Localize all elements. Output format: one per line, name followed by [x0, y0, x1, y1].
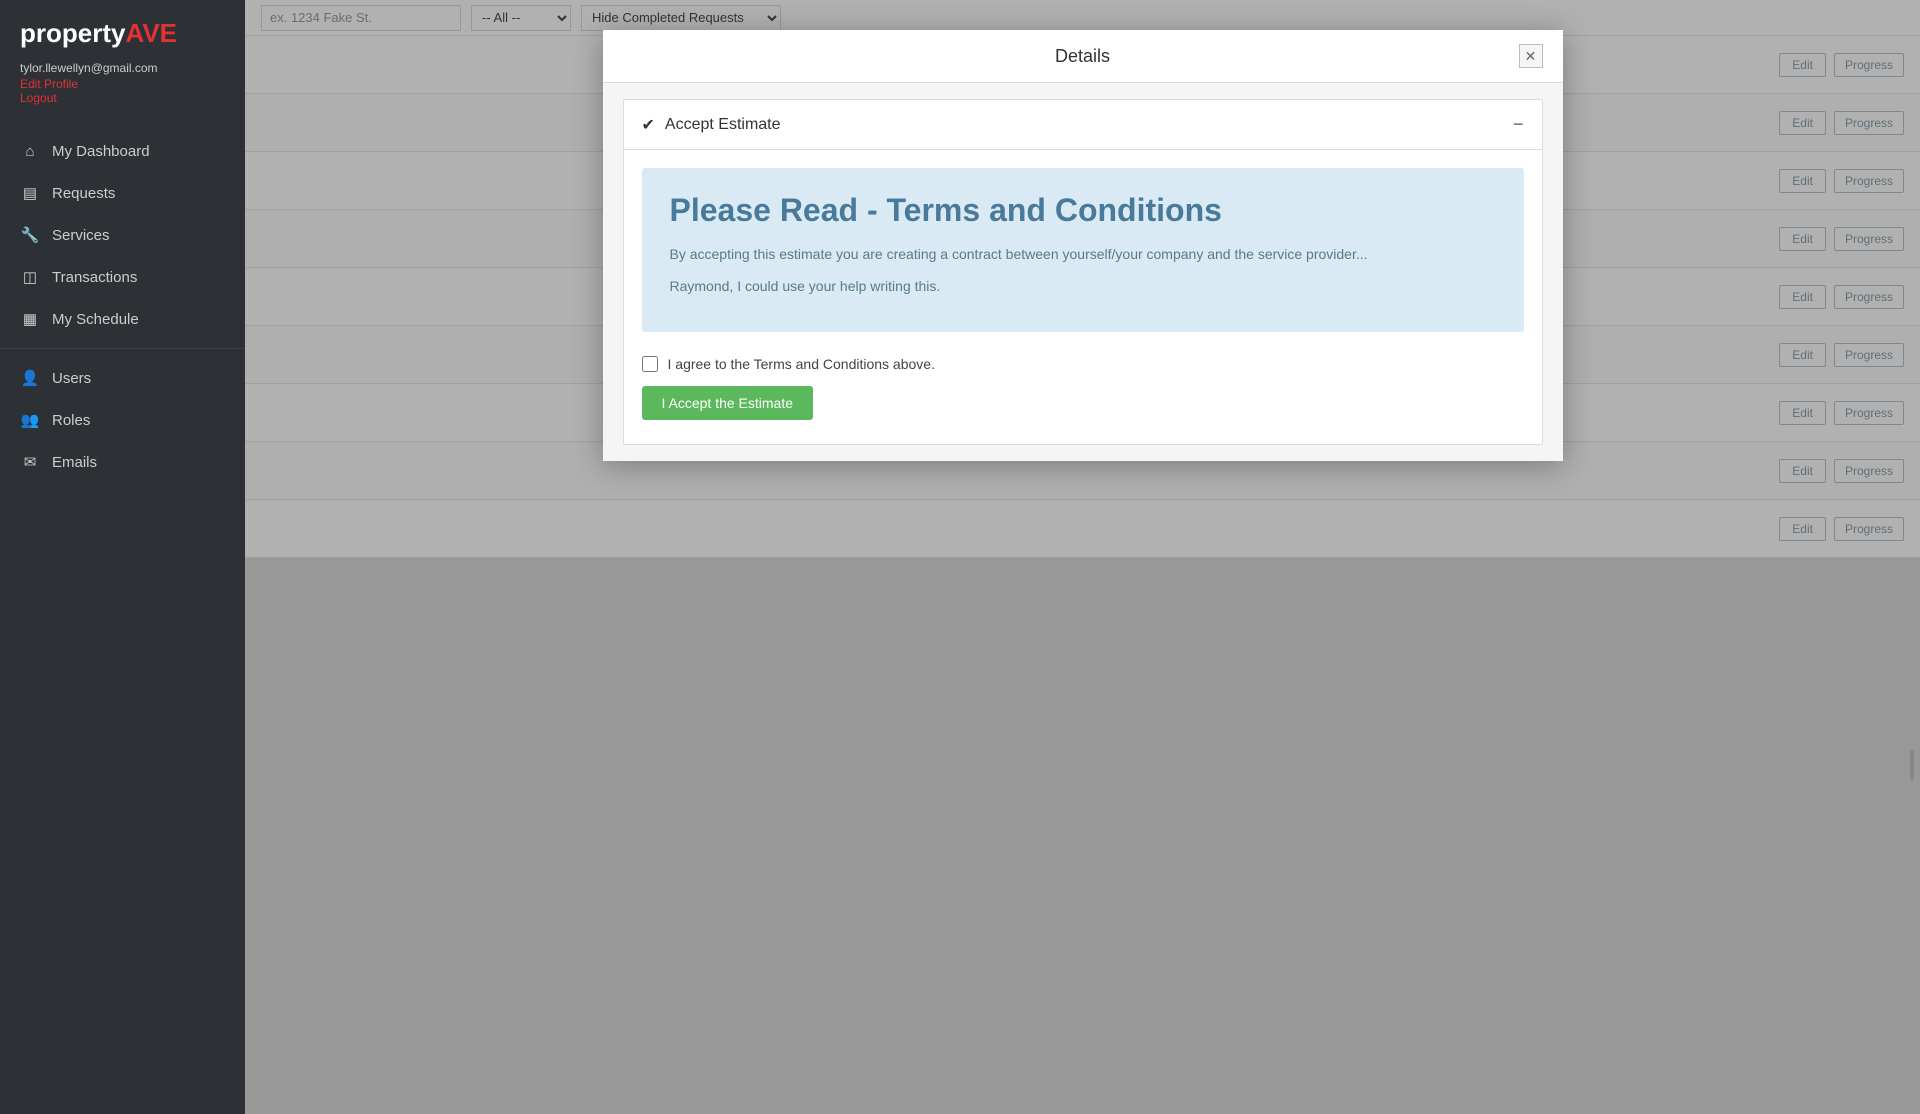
sidebar-item-emails[interactable]: ✉ Emails — [0, 441, 245, 483]
sidebar-item-label: Users — [52, 370, 91, 387]
accordion-header[interactable]: ✔ Accept Estimate − — [624, 100, 1542, 150]
sidebar: propertyAVE tylor.llewellyn@gmail.com Ed… — [0, 0, 245, 1114]
schedule-icon: ▦ — [20, 310, 40, 328]
sidebar-item-services[interactable]: 🔧 Services — [0, 214, 245, 256]
accept-estimate-button[interactable]: I Accept the Estimate — [642, 386, 814, 420]
sidebar-item-label: Requests — [52, 185, 115, 202]
requests-icon: ▤ — [20, 184, 40, 202]
terms-box: Please Read - Terms and Conditions By ac… — [642, 168, 1524, 332]
nav-divider — [0, 348, 245, 349]
user-info: tylor.llewellyn@gmail.com Edit Profile L… — [0, 59, 245, 121]
terms-text-1: By accepting this estimate you are creat… — [670, 243, 1496, 265]
sidebar-item-transactions[interactable]: ◫ Transactions — [0, 256, 245, 298]
logo-area: propertyAVE — [0, 0, 245, 59]
user-email: tylor.llewellyn@gmail.com — [20, 61, 158, 75]
sidebar-item-users[interactable]: 👤 Users — [0, 357, 245, 399]
agree-checkbox[interactable] — [642, 356, 658, 372]
users-icon: 👤 — [20, 369, 40, 387]
sidebar-item-label: Services — [52, 227, 110, 244]
collapse-icon[interactable]: − — [1513, 114, 1524, 135]
sidebar-item-requests[interactable]: ▤ Requests — [0, 172, 245, 214]
sidebar-item-label: My Dashboard — [52, 143, 150, 160]
dashboard-icon: ⌂ — [20, 143, 40, 160]
agree-label: I agree to the Terms and Conditions abov… — [668, 356, 935, 372]
agree-row: I agree to the Terms and Conditions abov… — [642, 356, 1524, 372]
modal-overlay: Details ✕ ✔ Accept Estimate − Please Rea… — [245, 0, 1920, 1114]
logout-link[interactable]: Logout — [20, 91, 225, 105]
sidebar-item-schedule[interactable]: ▦ My Schedule — [0, 298, 245, 340]
accordion-body: Please Read - Terms and Conditions By ac… — [624, 150, 1542, 444]
services-icon: 🔧 — [20, 226, 40, 244]
checkmark-icon: ✔ — [642, 115, 655, 135]
terms-text-2: Raymond, I could use your help writing t… — [670, 275, 1496, 297]
modal-title: Details — [647, 46, 1519, 67]
accept-estimate-accordion: ✔ Accept Estimate − Please Read - Terms … — [623, 99, 1543, 445]
edit-profile-link[interactable]: Edit Profile — [20, 77, 225, 91]
sidebar-item-dashboard[interactable]: ⌂ My Dashboard — [0, 131, 245, 172]
modal-body: ✔ Accept Estimate − Please Read - Terms … — [603, 83, 1563, 461]
sidebar-item-label: Transactions — [52, 269, 137, 286]
transactions-icon: ◫ — [20, 268, 40, 286]
accordion-title: Accept Estimate — [665, 116, 1513, 134]
details-modal: Details ✕ ✔ Accept Estimate − Please Rea… — [603, 30, 1563, 461]
sidebar-item-label: Emails — [52, 454, 97, 471]
modal-header: Details ✕ — [603, 30, 1563, 83]
emails-icon: ✉ — [20, 453, 40, 471]
roles-icon: 👥 — [20, 411, 40, 429]
sidebar-item-label: My Schedule — [52, 311, 139, 328]
main-content: -- All -- Hide Completed Requests Edit P… — [245, 0, 1920, 1114]
sidebar-item-roles[interactable]: 👥 Roles — [0, 399, 245, 441]
terms-title: Please Read - Terms and Conditions — [670, 192, 1496, 229]
modal-close-button[interactable]: ✕ — [1519, 44, 1543, 68]
main-nav: ⌂ My Dashboard ▤ Requests 🔧 Services ◫ T… — [0, 131, 245, 483]
logo-text: propertyAVE — [20, 18, 177, 49]
sidebar-item-label: Roles — [52, 412, 90, 429]
